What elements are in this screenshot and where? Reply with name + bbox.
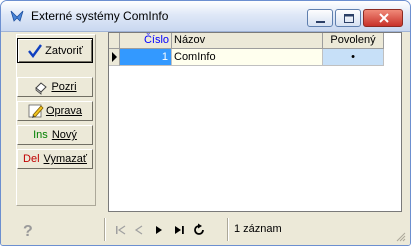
current-row-arrow-icon — [112, 52, 117, 62]
app-icon — [10, 10, 24, 22]
close-form-button[interactable]: Zatvoriť — [17, 38, 93, 63]
new-button[interactable]: Ins Nový — [17, 125, 93, 145]
edit-label: Oprava — [45, 105, 83, 117]
record-count: 1 záznam — [234, 223, 282, 235]
window-title: Externé systémy ComInfo — [31, 9, 169, 23]
status-bar: ? 1 záznam — [1, 214, 410, 245]
close-button[interactable] — [363, 9, 403, 27]
help-icon[interactable]: ? — [23, 223, 33, 241]
row-indicator-header — [109, 33, 120, 49]
checkmark-icon — [28, 43, 43, 58]
del-key-label: Del — [23, 153, 40, 165]
close-icon — [379, 13, 389, 23]
column-header-nazov[interactable]: Názov — [172, 33, 323, 49]
window: Externé systémy ComInfo Zatvoriť Pozri O… — [0, 0, 411, 246]
minimize-button[interactable] — [307, 9, 333, 27]
maximize-button[interactable] — [335, 9, 361, 27]
view-button[interactable]: Pozri — [17, 77, 93, 97]
table-cell-cislo[interactable]: 1 — [120, 49, 172, 66]
next-record-icon[interactable] — [152, 223, 166, 237]
table-cell-povoleny[interactable]: • — [323, 49, 384, 66]
ins-key-label: Ins — [33, 129, 48, 141]
title-bar[interactable]: Externé systémy ComInfo — [1, 1, 410, 32]
eraser-view-icon — [35, 82, 48, 95]
first-record-icon[interactable] — [114, 223, 128, 237]
status-divider — [227, 218, 229, 241]
delete-label: Vymazať — [43, 153, 87, 165]
row-indicator[interactable] — [109, 49, 120, 66]
view-label: Pozri — [51, 81, 77, 93]
last-record-icon[interactable] — [172, 223, 186, 237]
minimize-icon — [316, 21, 325, 23]
status-divider — [104, 218, 106, 241]
new-label: Nový — [51, 129, 77, 141]
close-form-label: Zatvoriť — [45, 44, 83, 57]
pencil-icon — [28, 104, 44, 118]
previous-record-icon[interactable] — [132, 223, 146, 237]
column-header-povoleny[interactable]: Povolený — [323, 33, 384, 49]
table-cell-nazov[interactable]: ComInfo — [172, 49, 323, 66]
delete-button[interactable]: Del Vymazať — [17, 149, 93, 169]
column-header-cislo[interactable]: Číslo — [120, 33, 172, 49]
maximize-icon — [344, 14, 354, 23]
refresh-icon[interactable] — [192, 223, 206, 237]
data-grid[interactable]: Číslo Názov Povolený 1 ComInfo • — [108, 32, 402, 212]
action-panel: Zatvoriť Pozri Oprava Ins Nový Del Vymaz… — [8, 31, 102, 214]
edit-button[interactable]: Oprava — [17, 101, 93, 121]
resize-grip-icon[interactable] — [394, 230, 406, 242]
